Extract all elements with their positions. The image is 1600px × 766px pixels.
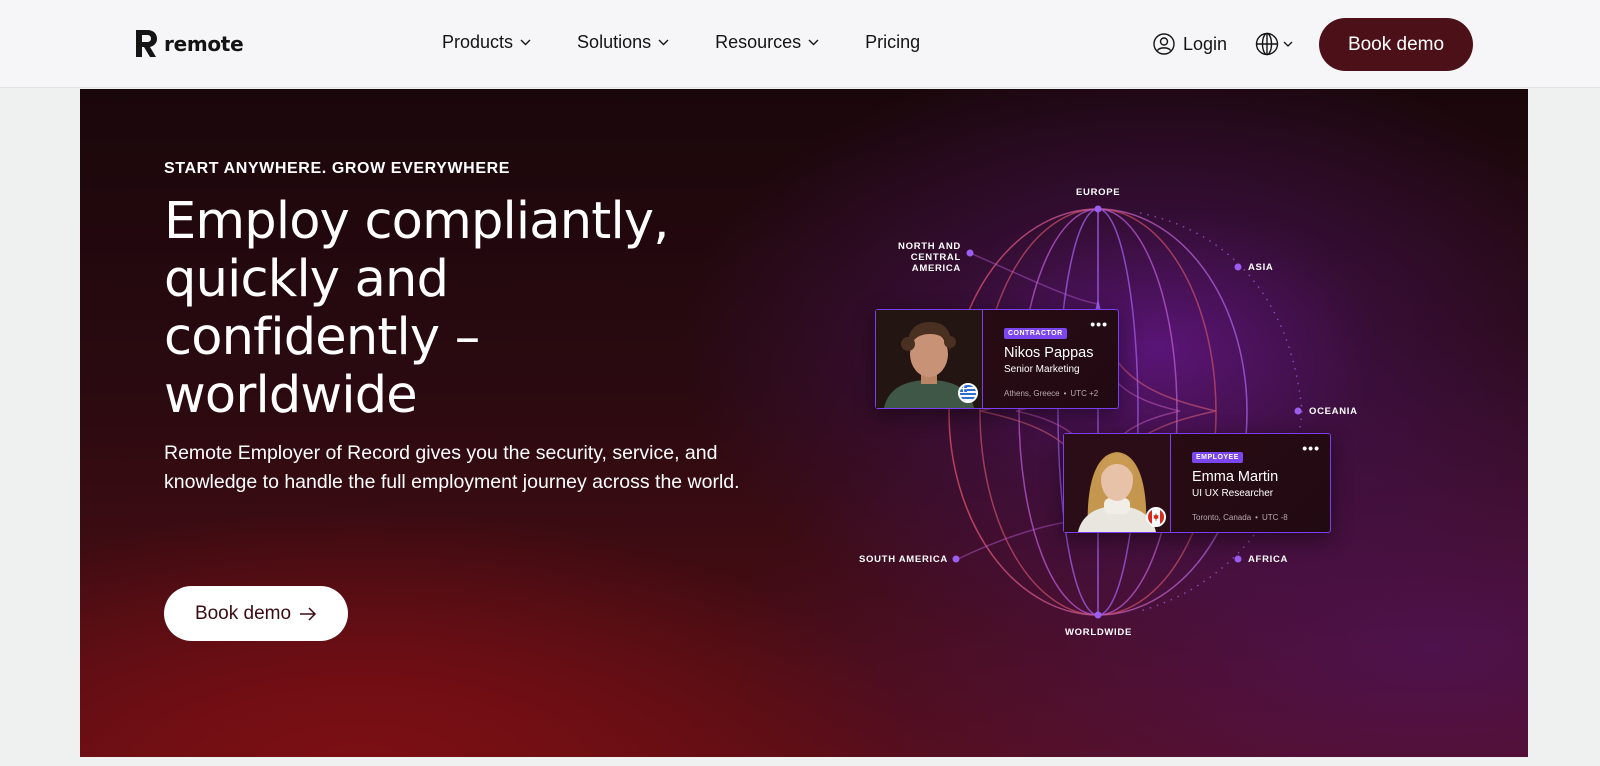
region-label-north-america: NORTH AND CENTRAL AMERICA [846, 241, 961, 274]
login-label: Login [1183, 33, 1228, 54]
card-role: UI UX Researcher [1192, 488, 1274, 499]
chevron-down-icon [658, 39, 669, 46]
language-selector[interactable] [1255, 32, 1293, 56]
greece-flag-icon [958, 383, 978, 403]
region-label-europe: EUROPE [1076, 187, 1121, 198]
book-demo-button[interactable]: Book demo [1319, 18, 1473, 71]
hero-section: START ANYWHERE. GROW EVERYWHERE Employ c… [80, 89, 1528, 757]
card-body: EMPLOYEE ••• Emma Martin UI UX Researche… [1171, 434, 1330, 532]
remote-logo-mark-icon [136, 30, 157, 57]
canada-flag-icon [1146, 507, 1166, 527]
separator-dot-icon: • [1063, 389, 1067, 398]
nav-item-resources[interactable]: Resources [715, 32, 819, 53]
nav-item-products[interactable]: Products [442, 32, 531, 53]
card-timezone: UTC -8 [1261, 513, 1288, 522]
profile-card-contractor[interactable]: CONTRACTOR ••• Nikos Pappas Senior Marke… [875, 309, 1119, 409]
region-label-worldwide: WORLDWIDE [1065, 627, 1132, 638]
chevron-down-icon [1283, 41, 1293, 47]
remote-logo[interactable]: remote [134, 28, 244, 59]
card-meta: Athens, Greece • UTC +2 [1004, 389, 1098, 398]
chevron-down-icon [808, 39, 819, 46]
card-location: Athens, Greece [1004, 389, 1060, 398]
region-label-line: NORTH AND CENTRAL [898, 241, 961, 263]
avatar [1064, 434, 1171, 532]
card-location: Toronto, Canada [1192, 513, 1252, 522]
status-badge: EMPLOYEE [1192, 452, 1243, 463]
card-name: Emma Martin [1192, 469, 1279, 485]
card-role: Senior Marketing [1004, 364, 1080, 375]
chevron-down-icon [520, 39, 531, 46]
region-label-africa: AFRICA [1248, 554, 1289, 565]
nav-item-label: Pricing [865, 32, 921, 52]
avatar [876, 310, 983, 408]
region-label-south-america: SOUTH AMERICA [859, 554, 948, 565]
more-dots-icon[interactable]: ••• [1302, 440, 1320, 456]
region-label-line: AMERICA [911, 263, 961, 274]
brand-name: remote [164, 31, 244, 56]
nav-item-pricing[interactable]: Pricing [865, 32, 920, 53]
nav-item-label: Products [442, 32, 514, 52]
separator-dot-icon: • [1255, 513, 1258, 522]
card-name: Nikos Pappas [1004, 345, 1094, 361]
nav-item-solutions[interactable]: Solutions [577, 32, 669, 53]
nav-item-label: Solutions [577, 32, 652, 52]
status-badge: CONTRACTOR [1004, 328, 1067, 339]
profile-card-employee[interactable]: EMPLOYEE ••• Emma Martin UI UX Researche… [1063, 433, 1331, 533]
user-icon [1153, 33, 1175, 55]
site-header: remote Products Solutions Resources Pric… [0, 0, 1600, 88]
card-body: CONTRACTOR ••• Nikos Pappas Senior Marke… [983, 310, 1118, 408]
card-meta: Toronto, Canada • UTC -8 [1192, 513, 1288, 522]
login-link[interactable]: Login [1153, 33, 1227, 55]
card-timezone: UTC +2 [1070, 389, 1099, 398]
nav-item-label: Resources [715, 32, 802, 52]
globe-icon [1255, 32, 1279, 56]
main-nav: Products Solutions Resources Pricing [442, 32, 920, 53]
region-label-oceania: OCEANIA [1309, 406, 1358, 417]
region-label-asia: ASIA [1248, 262, 1274, 273]
more-dots-icon[interactable]: ••• [1090, 316, 1108, 332]
globe-illustration [948, 205, 1303, 619]
